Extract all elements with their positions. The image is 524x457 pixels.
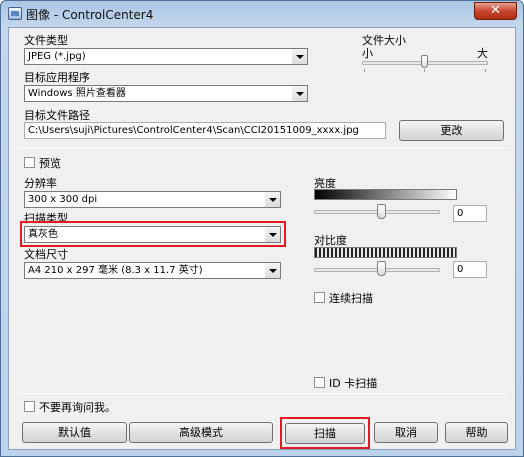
preview-label: 预览 — [39, 157, 61, 170]
target-path-value: C:\Users\suji\Pictures\ControlCenter4\Sc… — [28, 125, 359, 136]
contrast-label: 对比度 — [314, 234, 347, 247]
id-card-scan-checkbox[interactable] — [314, 377, 325, 388]
brightness-slider-thumb[interactable] — [377, 204, 386, 219]
default-button[interactable]: 默认值 — [22, 422, 127, 443]
file-type-value: JPEG (*.jpg) — [28, 51, 86, 62]
close-button[interactable]: ✕ — [474, 2, 517, 20]
target-app-label: 目标应用程序 — [24, 71, 90, 84]
window-title: 图像 - ControlCenter4 — [26, 8, 154, 22]
scan-dialog-window: 图像 - ControlCenter4 ✕ 文件类型 JPEG (*.jpg) … — [0, 0, 524, 457]
target-app-select[interactable]: Windows 照片查看器 — [24, 85, 308, 102]
resolution-value: 300 x 300 dpi — [28, 194, 98, 205]
id-card-scan-label: ID 卡扫描 — [329, 377, 378, 390]
brightness-value-field[interactable]: 0 — [453, 205, 487, 222]
target-path-label: 目标文件路径 — [24, 109, 90, 122]
file-size-max-label: 大 — [477, 47, 488, 60]
continuous-scan-checkbox[interactable] — [314, 292, 325, 303]
dont-ask-checkbox[interactable] — [24, 401, 35, 412]
file-size-slider-thumb[interactable] — [421, 55, 428, 68]
document-size-select[interactable]: A4 210 x 297 毫米 (8.3 x 11.7 英寸) — [24, 262, 281, 279]
app-icon — [8, 7, 22, 20]
scan-type-select[interactable]: 真灰色 — [24, 226, 281, 243]
scan-type-value: 真灰色 — [28, 229, 58, 240]
divider — [17, 147, 507, 148]
cancel-button[interactable]: 取消 — [374, 422, 438, 443]
resolution-select[interactable]: 300 x 300 dpi — [24, 191, 281, 208]
title-bar[interactable]: 图像 - ControlCenter4 ✕ — [1, 1, 523, 27]
dialog-client-area: 文件类型 JPEG (*.jpg) 文件大小 小 大 目标应用程序 Window… — [8, 27, 516, 450]
divider — [17, 393, 507, 394]
chevron-down-icon — [292, 86, 307, 101]
chevron-down-icon — [265, 192, 280, 207]
resolution-label: 分辨率 — [24, 177, 57, 190]
contrast-value-field[interactable]: 0 — [453, 261, 487, 278]
file-type-label: 文件类型 — [24, 34, 68, 47]
change-path-button[interactable]: 更改 — [399, 120, 504, 141]
advanced-mode-button[interactable]: 高级模式 — [129, 422, 273, 443]
target-path-field[interactable]: C:\Users\suji\Pictures\ControlCenter4\Sc… — [24, 122, 386, 139]
brightness-gradient-bar — [314, 189, 457, 200]
document-size-label: 文档尺寸 — [24, 248, 68, 261]
slider-tick — [424, 69, 425, 72]
file-type-select[interactable]: JPEG (*.jpg) — [24, 48, 308, 65]
help-button[interactable]: 帮助 — [445, 422, 508, 443]
document-size-value: A4 210 x 297 毫米 (8.3 x 11.7 英寸) — [28, 265, 203, 276]
contrast-slider-thumb[interactable] — [377, 261, 386, 276]
dont-ask-label: 不要再询问我。 — [39, 401, 116, 414]
slider-tick — [364, 69, 365, 72]
chevron-down-icon — [265, 227, 280, 242]
slider-tick — [485, 69, 486, 72]
chevron-down-icon — [265, 263, 280, 278]
file-size-min-label: 小 — [362, 47, 373, 60]
continuous-scan-label: 连续扫描 — [329, 292, 373, 305]
scan-button[interactable]: 扫描 — [285, 423, 365, 444]
contrast-pattern-bar — [314, 247, 457, 258]
target-app-value: Windows 照片查看器 — [28, 88, 126, 99]
preview-checkbox[interactable] — [24, 157, 35, 168]
scan-type-label: 扫描类型 — [24, 212, 68, 225]
chevron-down-icon — [292, 49, 307, 64]
